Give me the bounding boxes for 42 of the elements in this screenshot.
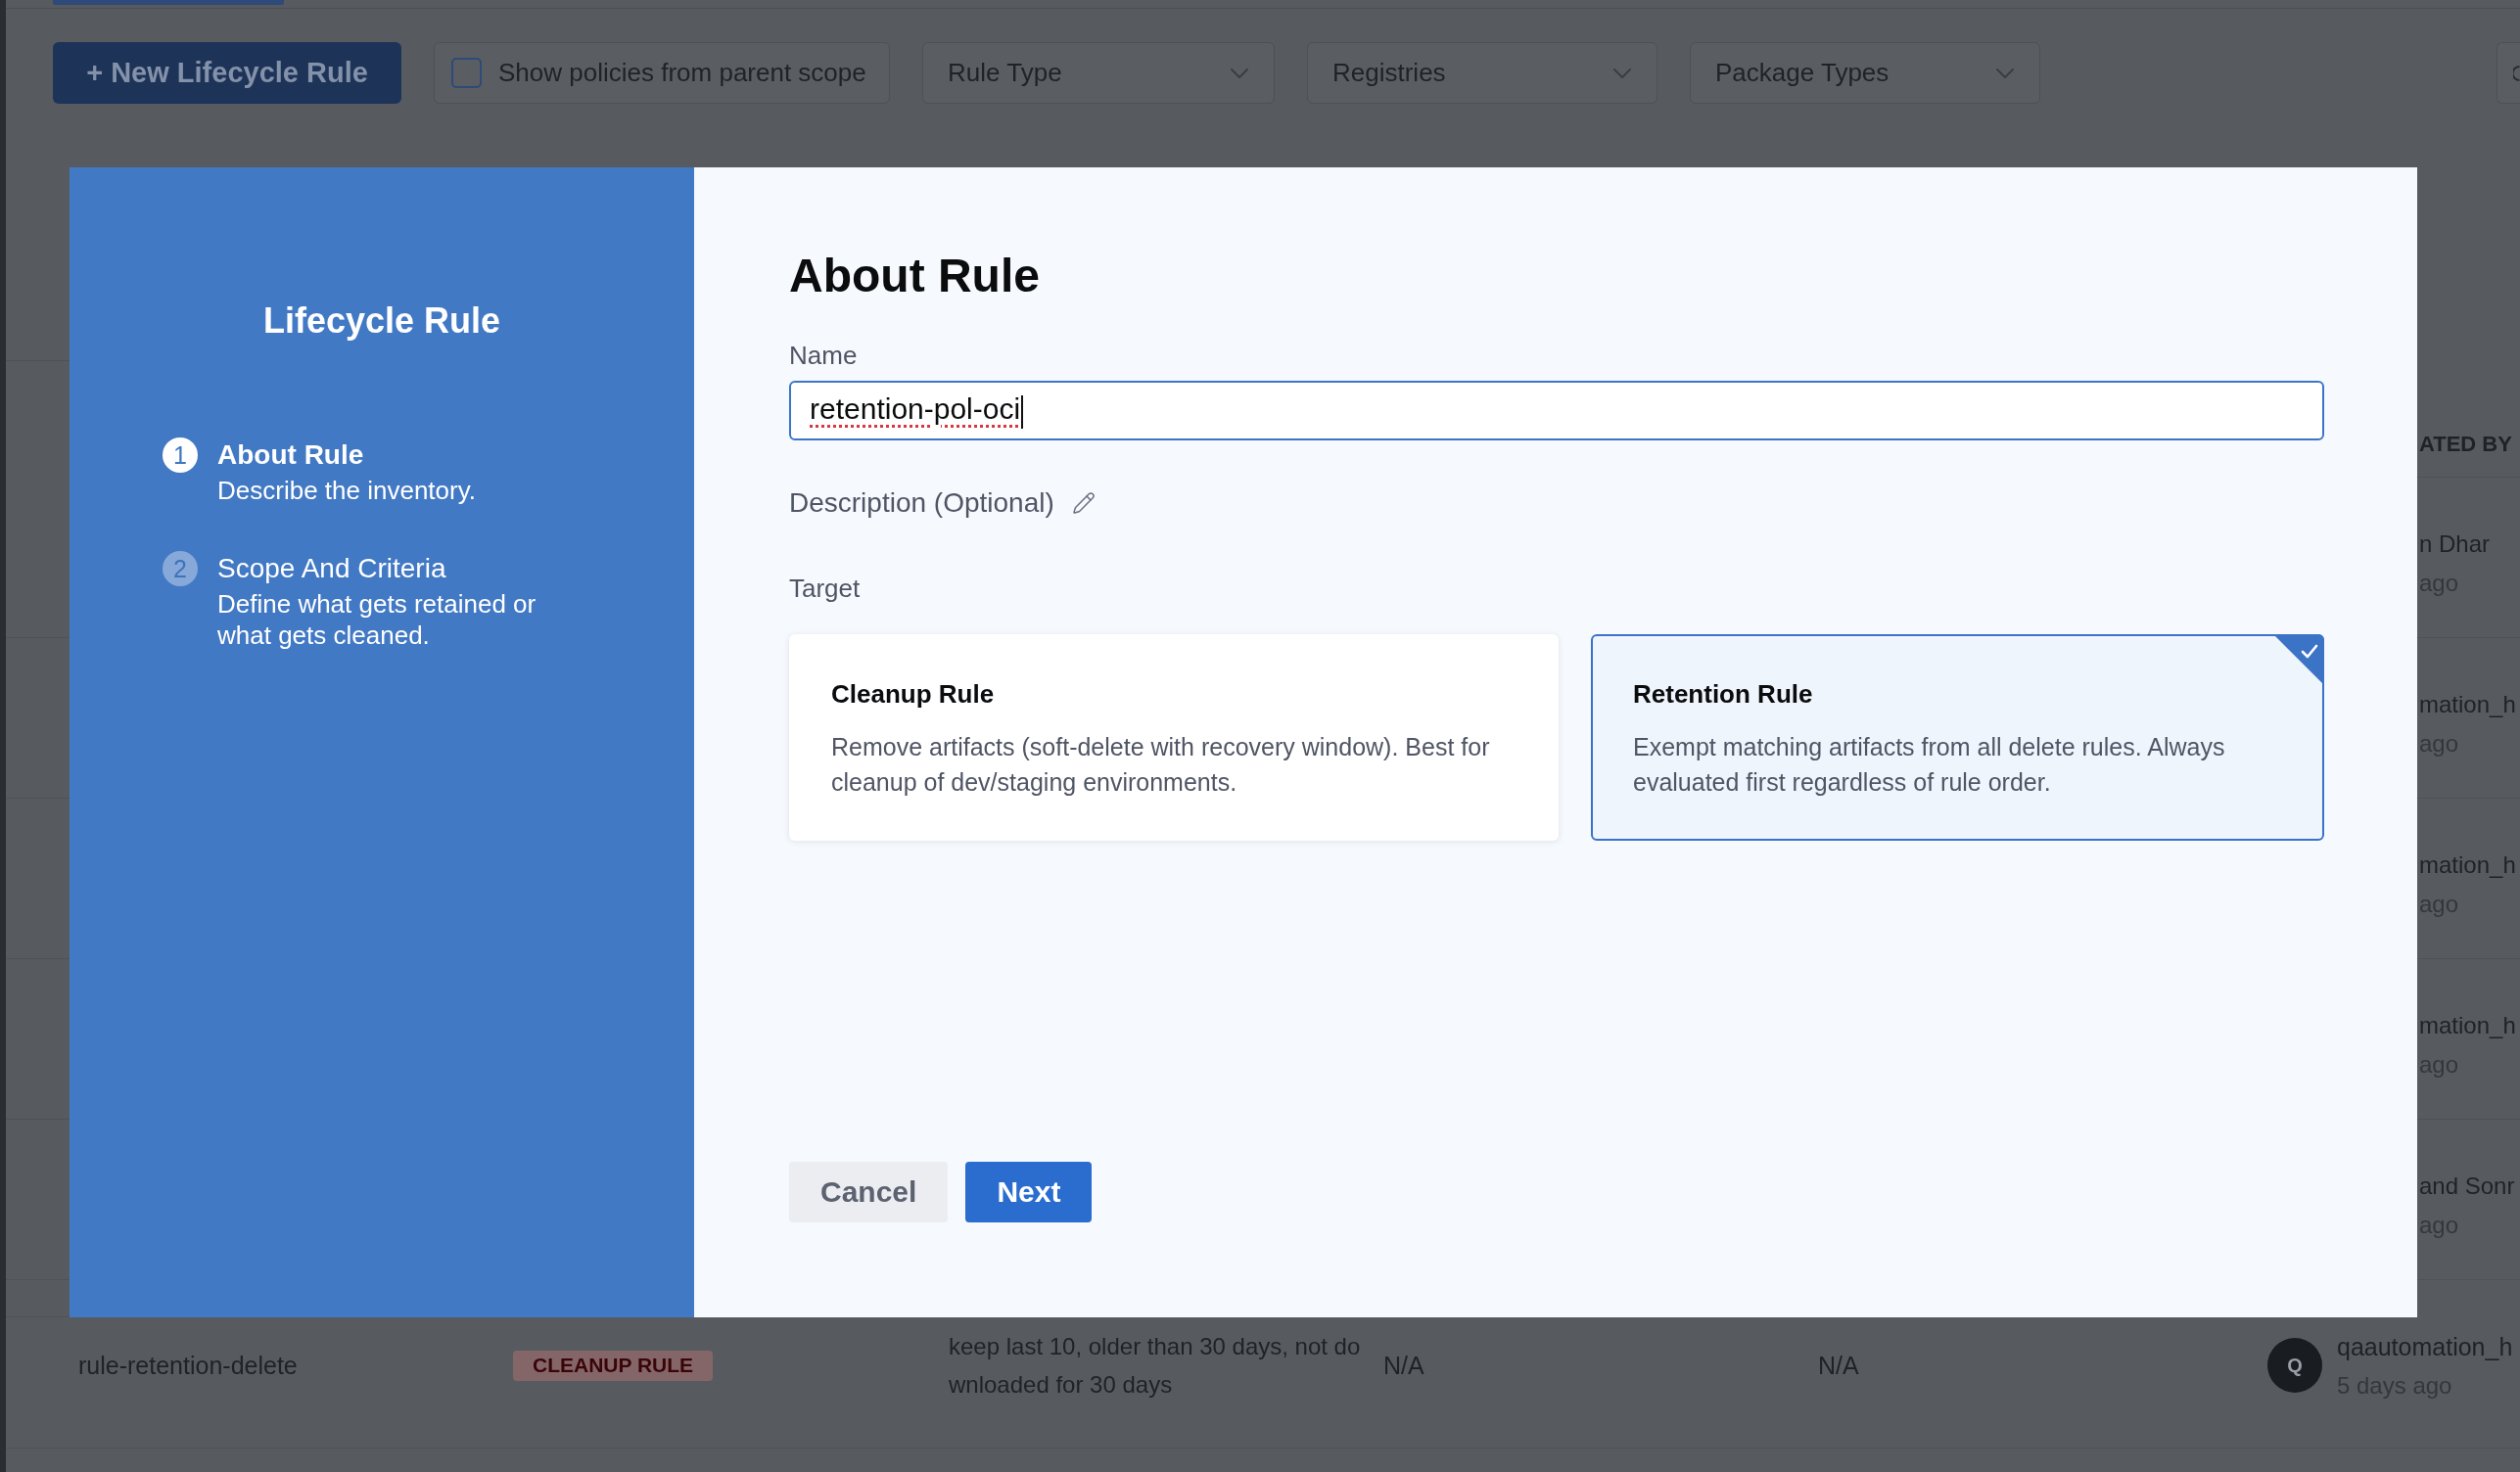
search-icon: [2513, 65, 2520, 81]
rule-criteria: keep last 10, older than 30 days, not downloaded for 30 days: [949, 1332, 1362, 1400]
user-avatar: Q: [2267, 1338, 2322, 1393]
step-number: 1: [163, 437, 198, 473]
option-title: Retention Rule: [1633, 678, 1813, 710]
column-header: ATED BY: [2419, 431, 2512, 458]
chevron-down-icon: [1231, 68, 1248, 78]
wizard-title: Lifecycle Rule: [262, 299, 501, 343]
creator-name: and Sonr: [2419, 1172, 2515, 1201]
creator-name: mation_h: [2419, 690, 2516, 719]
creator-name: qaautomation_h: [2337, 1331, 2513, 1362]
name-input[interactable]: retention-pol-oci: [789, 381, 2324, 440]
chevron-down-icon: [1996, 68, 2014, 78]
step-title: Scope And Criteria: [217, 552, 446, 585]
check-corner-icon: [2273, 634, 2324, 685]
target-option-card[interactable]: Retention Rule Exempt matching artifacts from all delete rules. Always evaluated first regardless of rule order.: [1591, 634, 2324, 841]
field-label: Description (Optional): [789, 486, 1054, 520]
target-option-card[interactable]: Cleanup Rule Remove artifacts (soft-delete with recovery window). Best for cleanup of dev/staging environments.: [789, 634, 1559, 841]
creator-name: n Dhar: [2419, 529, 2491, 559]
creator-name: mation_h: [2419, 851, 2516, 880]
checkbox[interactable]: [451, 58, 482, 88]
step-description: Describe the inventory.: [217, 475, 476, 506]
rule-name: rule-retention-delete: [78, 1350, 298, 1381]
step-description: Define what gets retained or what gets cleaned.: [217, 588, 537, 651]
step-number: 2: [163, 551, 198, 586]
new-rule-button[interactable]: + New Lifecycle Rule: [53, 42, 401, 104]
option-description: Remove artifacts (soft-delete with recovery window). Best for cleanup of dev/staging environments.: [831, 732, 1491, 798]
field-label: Name: [789, 340, 858, 372]
creator-name: mation_h: [2419, 1011, 2516, 1040]
pencil-icon[interactable]: [1071, 491, 1096, 515]
table-cell-text: N/A: [1383, 1350, 1424, 1381]
rule-type-badge: CLEANUP RULE: [513, 1350, 714, 1381]
table-cell-text: N/A: [1818, 1350, 1859, 1381]
cancel-button[interactable]: Cancel: [789, 1162, 949, 1222]
option-description: Exempt matching artifacts from all delete rules. Always evaluated first regardless of rule order.: [1633, 732, 2226, 798]
search-field[interactable]: [2497, 42, 2520, 104]
chevron-down-icon: [1613, 68, 1631, 78]
section-label: Target: [789, 573, 861, 605]
dialog-title: About Rule: [789, 249, 1040, 303]
option-title: Cleanup Rule: [831, 678, 995, 710]
next-button[interactable]: Next: [965, 1162, 1093, 1222]
step-title: About Rule: [217, 438, 364, 472]
